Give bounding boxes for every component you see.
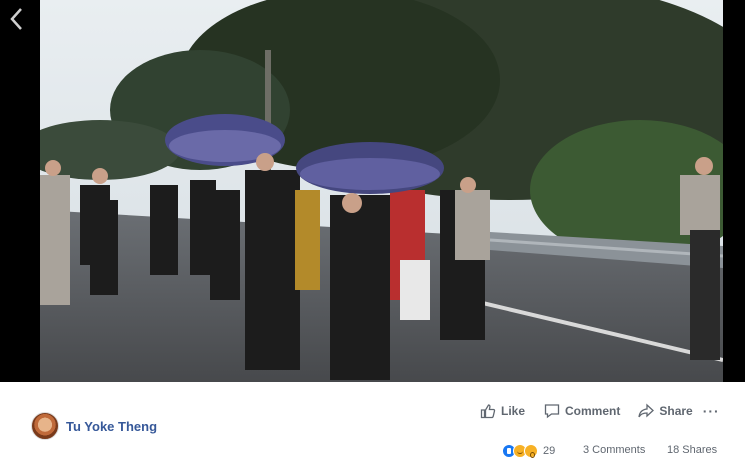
more-options-icon[interactable]: ··· [703,403,720,419]
share-button[interactable]: Share [638,403,693,419]
wow-reaction-icon [524,444,538,458]
back-chevron-icon[interactable] [6,6,28,32]
thumbs-up-icon [480,404,496,419]
post-actions: Like Comment Share ··· [480,401,720,421]
comment-label: Comment [565,404,621,418]
video-frame[interactable] [40,0,723,382]
comment-icon [544,404,560,419]
reactions-summary[interactable]: 29 [502,444,555,458]
comments-count-link[interactable]: 3 Comments [583,444,645,456]
media-viewer [0,0,745,382]
share-arrow-icon [638,403,655,418]
share-label: Share [659,404,693,418]
post-stats: 29 3 Comments 18 Shares [502,444,722,460]
author-name-link[interactable]: Tu Yoke Theng [66,419,157,434]
video-scene [40,0,723,382]
comment-button[interactable]: Comment [544,403,620,419]
like-button[interactable]: Like [480,403,525,419]
reaction-count: 29 [543,445,556,457]
avatar[interactable] [31,412,59,440]
post-author: Tu Yoke Theng [31,412,157,440]
shares-count-link[interactable]: 18 Shares [667,444,717,456]
like-label: Like [501,404,526,418]
